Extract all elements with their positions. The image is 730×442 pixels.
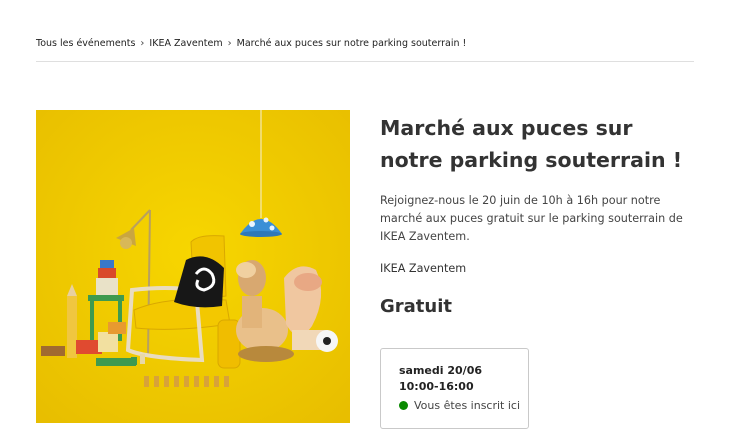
event-hero-image <box>36 110 350 423</box>
chevron-right-icon: › <box>227 37 232 49</box>
event-description: Rejoignez-nous le 20 juin de 10h à 16h p… <box>380 194 683 243</box>
event-date-slot[interactable]: samedi 20/06 10:00-16:00 Vous êtes inscr… <box>380 348 529 429</box>
hero-illustration <box>36 110 350 423</box>
breadcrumb: Tous les événements › IKEA Zaventem › Ma… <box>36 36 466 50</box>
event-location: IKEA Zaventem <box>380 262 467 275</box>
breadcrumb-all-events[interactable]: Tous les événements <box>36 38 135 49</box>
status-dot-icon <box>399 401 408 410</box>
breadcrumb-current: Marché aux puces sur notre parking soute… <box>236 37 467 49</box>
event-price: Gratuit <box>380 296 452 317</box>
breadcrumb-store[interactable]: IKEA Zaventem <box>149 38 222 49</box>
registration-status: Vous êtes inscrit ici <box>399 399 520 412</box>
chevron-right-icon: › <box>140 37 145 49</box>
slot-date: samedi 20/06 10:00-16:00 <box>399 364 482 393</box>
divider <box>36 61 694 62</box>
status-label: Vous êtes inscrit ici <box>414 399 521 412</box>
event-title: Marché aux puces sur notre parking soute… <box>380 116 683 172</box>
